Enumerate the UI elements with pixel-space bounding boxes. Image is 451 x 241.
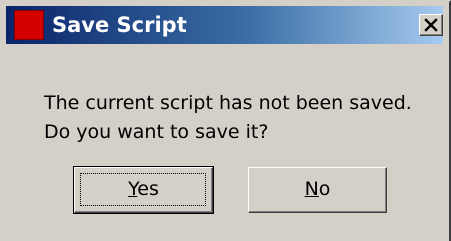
yes-mnemonic: Y xyxy=(128,178,138,200)
no-label-rest: o xyxy=(318,178,331,200)
no-button[interactable]: No xyxy=(248,167,387,213)
title-bar[interactable]: Save Script xyxy=(6,6,443,44)
close-button[interactable] xyxy=(419,14,443,36)
no-mnemonic: N xyxy=(304,178,319,200)
window-title: Save Script xyxy=(52,13,187,37)
save-script-dialog: Save Script The current script has not b… xyxy=(0,0,451,241)
close-icon xyxy=(424,18,438,32)
app-icon[interactable] xyxy=(14,10,44,40)
yes-button[interactable]: Yes xyxy=(73,166,214,214)
crescent-moon-icon xyxy=(21,14,32,36)
yes-label-rest: es xyxy=(137,178,159,200)
yes-button-label: Yes xyxy=(128,168,159,210)
dialog-message: The current script has not been saved. D… xyxy=(44,89,412,147)
message-line-1: The current script has not been saved. xyxy=(44,92,412,114)
message-line-2: Do you want to save it? xyxy=(44,121,269,143)
no-button-label: No xyxy=(305,168,331,210)
